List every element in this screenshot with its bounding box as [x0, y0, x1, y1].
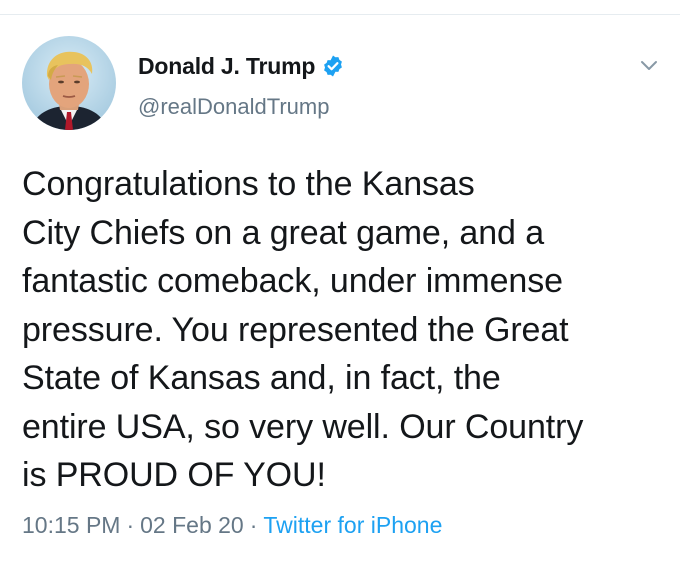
avatar-image — [22, 36, 116, 130]
tweet-meta: 10:15 PM · 02 Feb 20 · Twitter for iPhon… — [22, 512, 442, 539]
top-divider — [0, 14, 680, 15]
handle[interactable]: @realDonaldTrump — [138, 94, 345, 120]
display-name[interactable]: Donald J. Trump — [138, 53, 315, 80]
verified-badge-icon — [321, 54, 345, 78]
tweet-text: Congratulations to the Kansas City Chief… — [22, 165, 584, 494]
tweet-header: Donald J. Trump @realDonaldTrump — [22, 36, 662, 132]
author-names: Donald J. Trump @realDonaldTrump — [138, 52, 345, 120]
chevron-down-icon[interactable] — [638, 54, 660, 76]
tweet-date[interactable]: 02 Feb 20 — [140, 512, 244, 539]
tweet-source-link[interactable]: Twitter for iPhone — [263, 512, 442, 539]
tweet-time[interactable]: 10:15 PM — [22, 512, 120, 539]
avatar[interactable] — [22, 36, 116, 130]
meta-separator: · — [249, 512, 258, 538]
meta-separator: · — [126, 512, 135, 538]
display-name-row: Donald J. Trump — [138, 52, 345, 80]
